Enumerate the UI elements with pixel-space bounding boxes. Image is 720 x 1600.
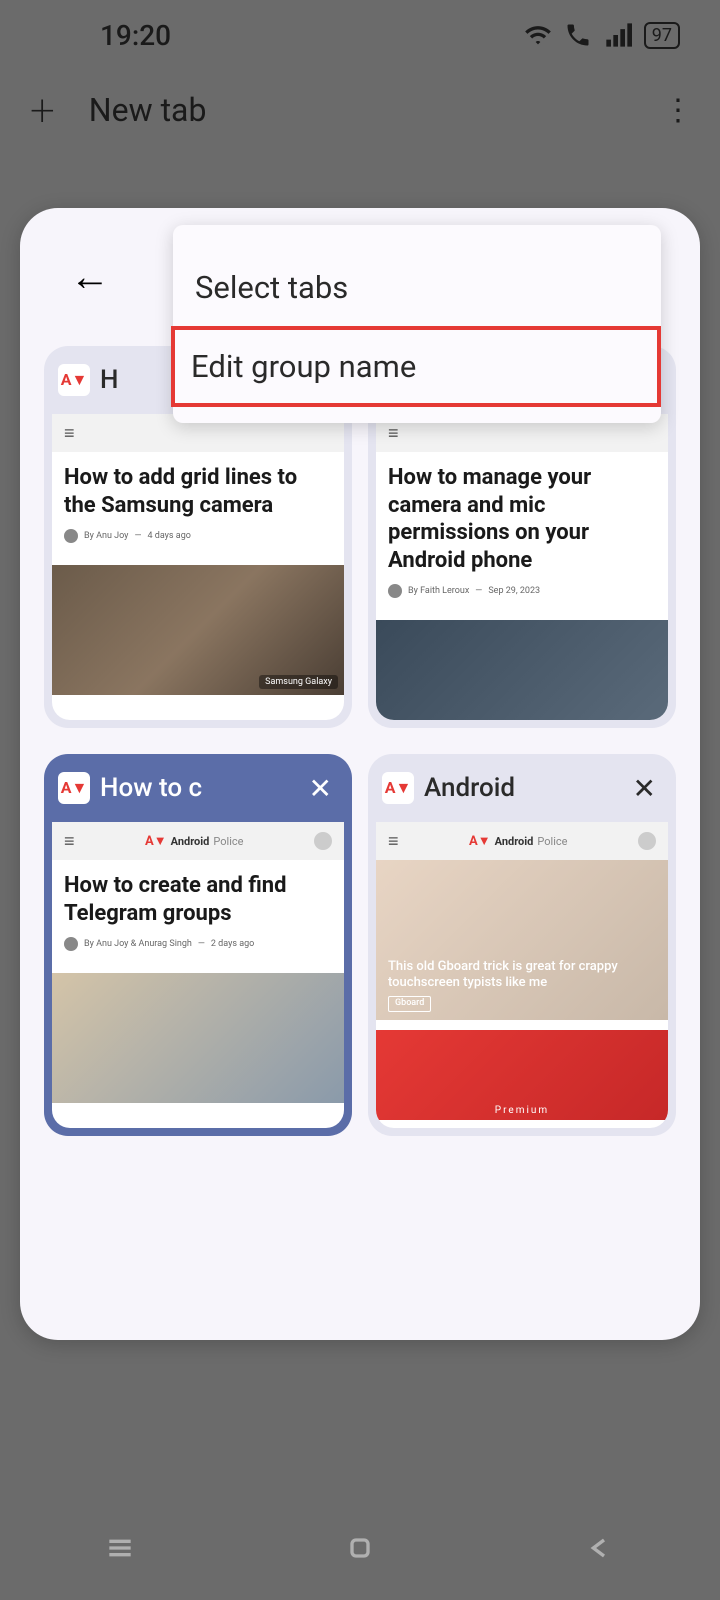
more-menu-icon[interactable]: ⋮ xyxy=(663,93,690,128)
close-tab-icon[interactable]: ✕ xyxy=(627,772,662,805)
tab-header: A▼ How to c ✕ xyxy=(44,754,352,822)
preview-red-card: Premium xyxy=(376,1030,668,1120)
select-tabs-menu-item[interactable]: Select tabs xyxy=(173,245,661,330)
hamburger-icon: ≡ xyxy=(64,423,75,444)
status-time: 19:20 xyxy=(100,19,171,52)
tab-preview: ≡ How to manage your camera and mic perm… xyxy=(376,414,668,720)
account-icon xyxy=(314,832,332,850)
preview-image xyxy=(376,620,668,720)
tab-group-sheet: ← Select tabs Edit group name A▼ H ✕ ≡ H… xyxy=(20,208,700,1340)
hamburger-icon: ≡ xyxy=(388,423,399,444)
preview-byline: By Faith Leroux — Sep 29, 2023 xyxy=(388,584,656,598)
preview-byline: By Anu Joy & Anurag Singh — 2 days ago xyxy=(64,937,332,951)
preview-image xyxy=(52,973,344,1103)
new-tab-icon[interactable]: + xyxy=(30,84,55,136)
tab-favicon: A▼ xyxy=(382,772,414,804)
author-avatar xyxy=(388,584,402,598)
author-name: By Anu Joy xyxy=(84,531,128,541)
author-avatar xyxy=(64,529,78,543)
site-brand: A▼ Android Police xyxy=(419,833,618,849)
account-icon xyxy=(638,832,656,850)
site-brand: A▼ Android Police xyxy=(95,833,294,849)
preview-byline: By Anu Joy — 4 days ago xyxy=(64,529,332,543)
preview-topbar: ≡ A▼ Android Police xyxy=(376,822,668,860)
edit-group-name-menu-item[interactable]: Edit group name xyxy=(171,326,661,407)
system-nav-bar xyxy=(0,1520,720,1580)
preview-article-image: This old Gboard trick is great for crapp… xyxy=(376,860,668,1020)
preview-headline: How to manage your camera and mic permis… xyxy=(388,464,656,574)
author-name: By Anu Joy & Anurag Singh xyxy=(84,939,192,949)
tab-card[interactable]: A▼ How to c ✕ ≡ A▼ Android Police How to… xyxy=(44,754,352,1136)
article-overlay-title: This old Gboard trick is great for crapp… xyxy=(388,959,656,1012)
wifi-icon xyxy=(524,21,552,49)
hamburger-icon: ≡ xyxy=(388,831,399,852)
context-menu: Select tabs Edit group name xyxy=(173,225,661,423)
preview-headline: How to create and find Telegram groups xyxy=(64,872,332,927)
hamburger-icon: ≡ xyxy=(64,831,75,852)
publish-date: 4 days ago xyxy=(147,531,190,541)
premium-label: Premium xyxy=(495,1105,549,1116)
new-tab-button[interactable]: New tab xyxy=(89,91,663,129)
phone-icon xyxy=(564,21,592,49)
article-badge: Gboard xyxy=(388,996,431,1012)
author-avatar xyxy=(64,937,78,951)
tab-favicon: A▼ xyxy=(58,772,90,804)
tab-header: A▼ Android ✕ xyxy=(368,754,676,822)
publish-date: 2 days ago xyxy=(211,939,254,949)
home-button[interactable] xyxy=(344,1532,376,1568)
signal-icon xyxy=(604,21,632,49)
preview-topbar: ≡ A▼ Android Police xyxy=(52,822,344,860)
tabs-grid: A▼ H ✕ ≡ How to add grid lines to the Sa… xyxy=(44,346,676,1136)
tab-preview: ≡ A▼ Android Police How to create and fi… xyxy=(52,822,344,1128)
publish-date: Sep 29, 2023 xyxy=(488,586,540,596)
browser-toolbar: + New tab ⋮ xyxy=(0,70,720,150)
tab-favicon: A▼ xyxy=(58,364,90,396)
preview-headline: How to add grid lines to the Samsung cam… xyxy=(64,464,332,519)
tab-preview: ≡ How to add grid lines to the Samsung c… xyxy=(52,414,344,720)
recent-apps-button[interactable] xyxy=(104,1532,136,1568)
status-icons: 97 xyxy=(524,21,680,49)
tab-title: How to c xyxy=(100,773,293,803)
battery-level: 97 xyxy=(644,22,680,49)
author-name: By Faith Leroux xyxy=(408,586,469,596)
tab-card[interactable]: A▼ Android ✕ ≡ A▼ Android Police This ol… xyxy=(368,754,676,1136)
back-button[interactable]: ← xyxy=(70,253,110,300)
back-button[interactable] xyxy=(584,1532,616,1568)
preview-image: Samsung Galaxy xyxy=(52,565,344,695)
close-tab-icon[interactable]: ✕ xyxy=(303,772,338,805)
image-label: Samsung Galaxy xyxy=(259,675,338,689)
tab-title: Android xyxy=(424,773,617,803)
status-bar: 19:20 97 xyxy=(0,0,720,70)
tab-preview: ≡ A▼ Android Police This old Gboard tric… xyxy=(376,822,668,1128)
